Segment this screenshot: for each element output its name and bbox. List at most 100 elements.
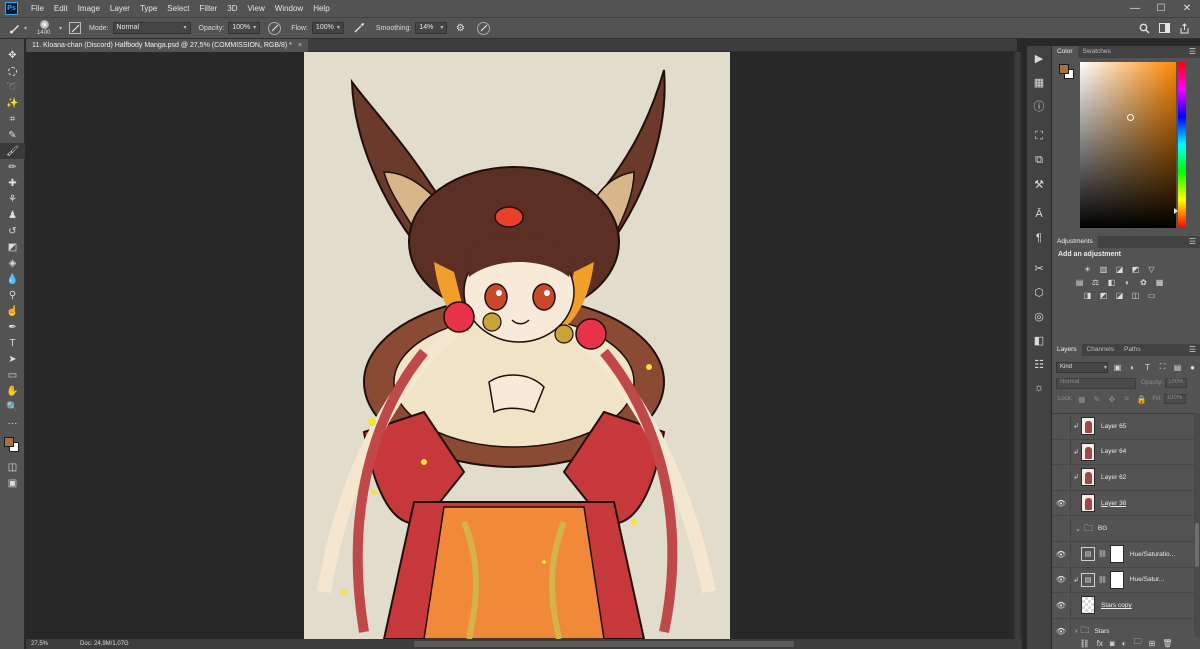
pen-tool-icon[interactable]: ✒ [0, 319, 25, 335]
histogram-icon[interactable]: ▦ [1027, 70, 1051, 94]
menu-file[interactable]: File [26, 0, 49, 17]
color-lookup-icon[interactable]: ▦ [1154, 277, 1165, 287]
visibility-toggle[interactable] [1052, 439, 1071, 465]
scrollbar-thumb[interactable] [1195, 523, 1199, 567]
character-icon[interactable]: Ā [1027, 202, 1051, 226]
panel-menu-icon[interactable]: ☰ [1189, 46, 1196, 58]
share-icon[interactable] [1174, 17, 1194, 39]
workspace-icon[interactable] [1154, 17, 1174, 39]
magic-wand-tool-icon[interactable]: ✨ [0, 95, 25, 111]
eye-icon[interactable]: 👁 [1052, 593, 1071, 618]
menu-image[interactable]: Image [73, 0, 105, 17]
tab-layers[interactable]: Layers [1052, 344, 1082, 356]
artwork-canvas[interactable] [304, 52, 730, 639]
canvas-horizontal-scrollbar[interactable] [414, 641, 794, 647]
layer-list[interactable]: ↲ Layer 65 ↲ Layer 64 ↲ Layer 62 👁 Layer… [1052, 413, 1194, 637]
history-brush-tool-icon[interactable]: ↺ [0, 223, 25, 239]
opacity-field[interactable]: 100% ▾ [228, 22, 261, 34]
visibility-toggle[interactable] [1052, 414, 1071, 439]
eraser-tool-icon[interactable]: ◩ [0, 239, 25, 255]
hue-slider[interactable] [1178, 62, 1186, 228]
lasso-tool-icon[interactable]: ➰ [0, 79, 25, 95]
menu-select[interactable]: Select [162, 0, 194, 17]
panel-menu-icon[interactable]: ☰ [1189, 236, 1196, 248]
eye-icon[interactable]: 👁 [1052, 541, 1071, 567]
menu-view[interactable]: View [243, 0, 270, 17]
menu-edit[interactable]: Edit [49, 0, 73, 17]
layer-name[interactable]: Layer 64 [1101, 448, 1126, 455]
pressure-size-icon[interactable] [477, 21, 491, 35]
filter-shape-icon[interactable]: ⛶ [1157, 362, 1168, 373]
smoothing-field[interactable]: 14% ▾ [415, 22, 448, 34]
blend-mode-select[interactable]: Normal [1056, 377, 1136, 389]
libraries-icon[interactable]: ☼ [1027, 376, 1051, 400]
visibility-toggle[interactable] [1052, 516, 1071, 541]
search-icon[interactable] [1134, 17, 1154, 39]
clone-source-icon[interactable]: ⧉ [1027, 148, 1051, 172]
pencil-tool-icon[interactable]: ✏ [0, 159, 25, 175]
play-icon[interactable]: ▶ [1027, 46, 1051, 70]
paragraph-icon[interactable]: ¶ [1027, 226, 1051, 250]
screen-mode-icon[interactable]: ▣ [0, 475, 25, 491]
scrollbar-thumb[interactable] [1015, 52, 1020, 639]
layer-name[interactable]: Stars [1094, 628, 1109, 635]
layer-row[interactable]: ↲ Layer 64 [1052, 439, 1194, 466]
document-info[interactable]: Doc: 24,9M/1,07G [80, 641, 129, 647]
add-mask-icon[interactable]: ◙ [1110, 639, 1115, 648]
pressure-opacity-icon[interactable] [268, 21, 282, 35]
lock-artboard-icon[interactable]: ⌗ [1121, 394, 1132, 405]
menu-layer[interactable]: Layer [105, 0, 135, 17]
color-picker-field[interactable] [1080, 62, 1176, 228]
color-picker-handle[interactable] [1127, 114, 1134, 121]
layer-group-row[interactable]: ⌄ 🗀 BG [1052, 516, 1194, 542]
brush-size-picker[interactable]: 1400 [33, 17, 59, 39]
threshold-icon[interactable]: ◪ [1114, 290, 1125, 300]
new-adjustment-icon[interactable]: ◐ [1122, 639, 1127, 648]
layer-name[interactable]: BG [1098, 525, 1107, 532]
gradient-map-icon[interactable]: ▭ [1146, 290, 1157, 300]
menu-type[interactable]: Type [135, 0, 162, 17]
layer-filter-kind-select[interactable]: Kind ▾ [1056, 361, 1108, 373]
layer-row[interactable]: 👁 ↲ ▤ ⛓ Hue/Satur... [1052, 567, 1194, 594]
layer-name[interactable]: Layer 65 [1101, 423, 1126, 430]
mode-select[interactable]: Normal ▾ [112, 22, 191, 34]
layer-name[interactable]: Layer 38 [1101, 500, 1126, 507]
rectangle-tool-icon[interactable]: ▭ [0, 367, 25, 383]
tab-adjustments[interactable]: Adjustments [1052, 236, 1098, 248]
close-icon[interactable]: × [298, 39, 302, 52]
layer-opacity-field[interactable]: 100% [1165, 378, 1188, 388]
layer-row[interactable]: ↲ Layer 62 [1052, 465, 1194, 491]
tab-swatches[interactable]: Swatches [1078, 46, 1116, 58]
filter-type-icon[interactable]: T [1142, 362, 1153, 373]
lock-position-icon[interactable]: ✥ [1106, 394, 1117, 405]
hue-saturation-icon[interactable]: ▤ [1074, 277, 1085, 287]
layer-row[interactable]: ↲ Layer 65 [1052, 414, 1194, 440]
layer-name[interactable]: Hue/Satur... [1130, 576, 1164, 583]
healing-brush-tool-icon[interactable]: ✚ [0, 175, 25, 191]
lock-transparent-icon[interactable]: ▦ [1076, 394, 1087, 405]
mixer-brush-tool-icon[interactable]: ⚘ [0, 191, 25, 207]
layer-row[interactable]: 👁 ▤ ⛓ Hue/Saturatio... [1052, 541, 1194, 568]
clone-stamp-tool-icon[interactable]: ♟ [0, 207, 25, 223]
levels-icon[interactable]: ▥ [1098, 264, 1109, 274]
photo-filter-icon[interactable]: ◐ [1122, 277, 1133, 287]
lock-all-icon[interactable]: 🔒 [1136, 394, 1147, 405]
brush-tool-preset-icon[interactable] [8, 21, 22, 35]
info-icon[interactable]: ⓘ [1027, 94, 1051, 118]
layer-style-icon[interactable]: fx [1097, 639, 1103, 648]
layers-scrollbar[interactable] [1194, 413, 1200, 637]
materials-icon[interactable]: ◎ [1027, 304, 1051, 328]
close-window-button[interactable]: ✕ [1174, 0, 1200, 17]
tab-color[interactable]: Color [1052, 46, 1078, 58]
tools-icon[interactable]: ✂ [1027, 256, 1051, 280]
marquee-tool-icon[interactable] [0, 63, 25, 79]
eye-icon[interactable]: 👁 [1052, 490, 1071, 516]
color-balance-icon[interactable]: ⚖ [1090, 277, 1101, 287]
layer-row[interactable]: 👁 Layer 38 [1052, 490, 1194, 517]
panel-foreground-swatch[interactable] [1059, 64, 1069, 74]
tool-presets-icon[interactable]: ⚒ [1027, 172, 1051, 196]
gear-icon[interactable]: ⚙ [453, 21, 467, 35]
airbrush-icon[interactable] [352, 21, 366, 35]
brush-settings-panel-icon[interactable] [69, 22, 82, 34]
menu-window[interactable]: Window [270, 0, 308, 17]
